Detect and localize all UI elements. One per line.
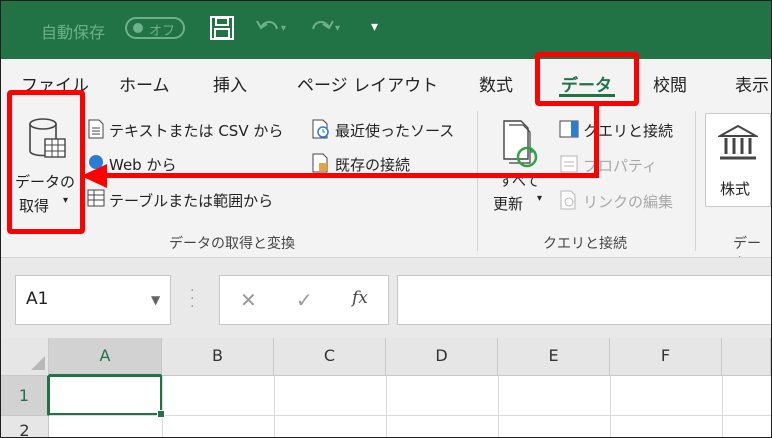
column-header-c[interactable]: C [274, 338, 386, 376]
from-text-csv-button[interactable]: テキストまたは CSV から [109, 120, 283, 141]
annotation-arrow [105, 173, 599, 178]
refresh-all-button[interactable]: すべて 更新 ▾ [491, 113, 551, 221]
name-box-value: A1 [26, 289, 49, 309]
insert-function-icon[interactable]: fx [352, 288, 368, 308]
gridline [498, 376, 499, 437]
group-separator [695, 111, 696, 251]
recent-sources-icon [311, 119, 331, 143]
tab-home[interactable]: ホーム [119, 71, 170, 96]
column-header-g[interactable] [722, 338, 771, 376]
stocks-label: 株式 [720, 180, 751, 198]
formula-bar-grip-icon[interactable]: · · · [190, 284, 194, 314]
column-header-f[interactable]: F [610, 338, 722, 376]
autosave-label: 自動保存 [41, 23, 106, 42]
queries-panel-icon [559, 119, 579, 143]
group-label-get-transform: データの取得と変換 [169, 236, 295, 252]
edit-links-button[interactable]: リンクの編集 [583, 191, 673, 212]
select-all-corner[interactable] [1, 338, 49, 376]
group-label-queries: クエリと接続 [543, 236, 627, 252]
autosave-state: オフ [149, 24, 176, 39]
undo-icon[interactable]: ▾ [255, 17, 289, 44]
row-header-2[interactable]: 2 [1, 416, 49, 437]
row-header-1[interactable]: 1 [1, 376, 49, 416]
gridline [162, 376, 163, 437]
recent-sources-button[interactable]: 最近使ったソース [335, 120, 454, 141]
chevron-down-icon[interactable]: ▼ [151, 293, 160, 307]
enter-icon[interactable]: ✓ [296, 288, 313, 312]
svg-text:▾: ▾ [335, 23, 340, 34]
table-icon [87, 189, 105, 211]
autosave-toggle[interactable]: オフ [125, 17, 185, 39]
customize-qat-icon[interactable]: ▾ [371, 19, 378, 35]
fill-handle[interactable] [157, 410, 165, 418]
column-header-e[interactable]: E [498, 338, 610, 376]
highlight-get-data [7, 90, 85, 234]
arrow-head-icon [81, 164, 107, 188]
ribbon-tabs: ファイル ホーム 挿入 ページ レイアウト 数式 データ 校閲 表示 [1, 59, 771, 107]
tab-page-layout[interactable]: ページ レイアウト [297, 71, 438, 96]
save-icon[interactable] [209, 15, 235, 46]
title-bar: 自動保存 オフ ▾ ▾ ▾ [1, 1, 771, 59]
group-separator [477, 111, 478, 251]
stocks-datatype-button[interactable]: 株式 [705, 113, 771, 207]
formula-buttons: ✕ ✓ fx [219, 275, 389, 325]
tab-insert[interactable]: 挿入 [213, 71, 247, 96]
edit-links-icon [559, 190, 579, 214]
active-cell-a1[interactable] [48, 375, 162, 415]
column-header-b[interactable]: B [162, 338, 274, 376]
from-table-range-button[interactable]: テーブルまたは範囲から [109, 190, 273, 211]
cancel-icon[interactable]: ✕ [240, 288, 257, 312]
chevron-down-icon: ▾ [537, 193, 543, 204]
toggle-knob [133, 23, 143, 33]
annotation-arrow [594, 106, 599, 178]
name-box[interactable]: A1 ▼ [15, 275, 171, 325]
refresh-all-label-2: 更新 [493, 195, 524, 213]
column-header-d[interactable]: D [386, 338, 498, 376]
excel-window: 自動保存 オフ ▾ ▾ ▾ ファイル ホーム 挿入 ページ レイアウト 数式 デ… [0, 0, 772, 438]
tab-view[interactable]: 表示 [735, 71, 769, 96]
gridline [274, 376, 275, 437]
gridline [610, 376, 611, 437]
gridline [386, 376, 387, 437]
highlight-data-tab [535, 52, 639, 106]
formula-input[interactable] [397, 275, 771, 325]
text-file-icon [87, 119, 105, 143]
gridline [722, 376, 723, 437]
bank-icon [716, 124, 760, 166]
tab-review[interactable]: 校閲 [653, 71, 687, 96]
refresh-icon [501, 119, 541, 173]
existing-connections-button[interactable]: 既存の接続 [335, 154, 410, 175]
svg-text:▾: ▾ [281, 23, 286, 34]
redo-icon[interactable]: ▾ [307, 17, 341, 44]
column-header-a[interactable]: A [49, 338, 162, 376]
from-web-button[interactable]: Web から [109, 154, 176, 175]
tab-formulas[interactable]: 数式 [479, 71, 513, 96]
